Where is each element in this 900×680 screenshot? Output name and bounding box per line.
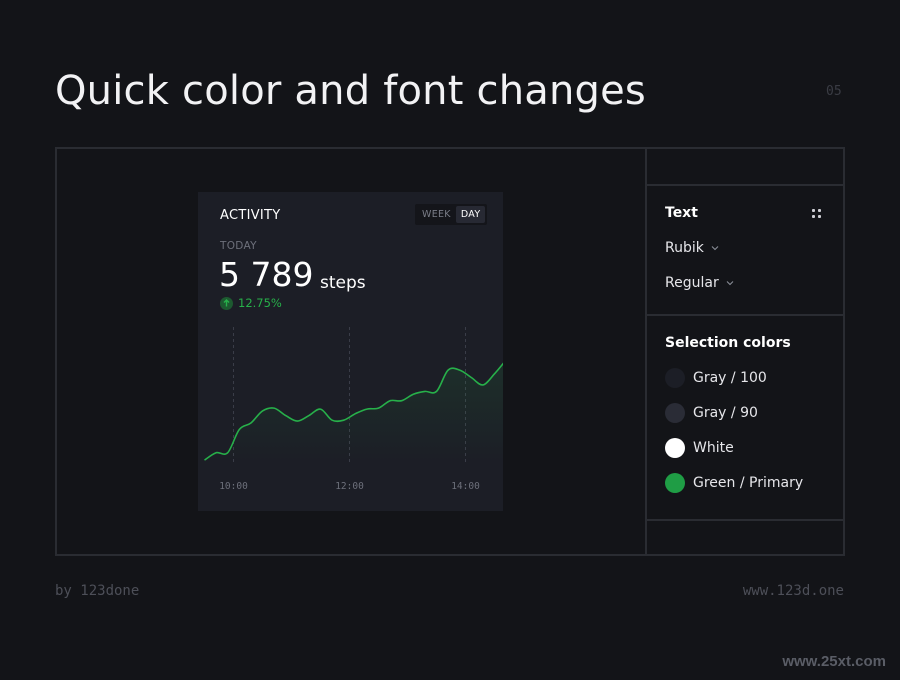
text-section-title: Text bbox=[665, 205, 698, 221]
activity-chart: 10:0012:0014:0016:0018:00 bbox=[204, 327, 503, 492]
color-swatch bbox=[665, 473, 685, 493]
drag-handle-icon[interactable] bbox=[812, 209, 821, 218]
panel-divider-middle bbox=[647, 314, 845, 316]
color-item-gray-100[interactable]: Gray / 100 bbox=[665, 368, 767, 388]
color-name: Gray / 100 bbox=[693, 370, 767, 386]
font-family-value: Rubik bbox=[665, 240, 704, 256]
panel-divider bbox=[645, 149, 647, 554]
color-swatch bbox=[665, 403, 685, 423]
color-name: White bbox=[693, 440, 734, 456]
panel-divider-bottom bbox=[647, 519, 845, 521]
watermark: www.25xt.com bbox=[782, 653, 886, 670]
page-number: 05 bbox=[826, 84, 842, 99]
footer-website[interactable]: www.123d.one bbox=[743, 583, 844, 599]
activity-card: ACTIVITY WEEK DAY TODAY 5 789 steps 12.7… bbox=[198, 192, 503, 511]
arrow-up-icon bbox=[220, 296, 233, 310]
toggle-day[interactable]: DAY bbox=[455, 206, 486, 223]
color-item-green-primary[interactable]: Green / Primary bbox=[665, 473, 803, 493]
chevron-down-icon bbox=[726, 281, 734, 286]
font-weight-dropdown[interactable]: Regular bbox=[665, 275, 734, 291]
steps-unit: steps bbox=[320, 273, 366, 293]
color-item-white[interactable]: White bbox=[665, 438, 734, 458]
x-tick-label: 14:00 bbox=[451, 481, 480, 492]
color-swatch bbox=[665, 438, 685, 458]
font-family-dropdown[interactable]: Rubik bbox=[665, 240, 719, 256]
color-name: Green / Primary bbox=[693, 475, 804, 491]
color-swatch bbox=[665, 368, 685, 388]
color-name: Gray / 90 bbox=[693, 405, 758, 421]
x-tick-label: 10:00 bbox=[219, 481, 248, 492]
colors-section-title: Selection colors bbox=[665, 335, 791, 351]
x-tick-label: 12:00 bbox=[335, 481, 364, 492]
change-percent: 12.75% bbox=[238, 296, 282, 310]
chart-area bbox=[204, 363, 503, 462]
page-title: Quick color and font changes bbox=[55, 68, 646, 114]
change-indicator: 12.75% bbox=[220, 296, 282, 310]
toggle-week[interactable]: WEEK bbox=[417, 206, 456, 223]
card-title: ACTIVITY bbox=[220, 208, 281, 223]
period-toggle[interactable]: WEEK DAY bbox=[415, 204, 488, 225]
color-item-gray-90[interactable]: Gray / 90 bbox=[665, 403, 758, 423]
steps-value: 5 789 bbox=[219, 255, 314, 294]
period-label: TODAY bbox=[220, 240, 257, 252]
font-weight-value: Regular bbox=[665, 275, 719, 291]
chevron-down-icon bbox=[711, 246, 719, 251]
footer-author: by 123done bbox=[55, 583, 140, 599]
panel-divider-top bbox=[647, 184, 845, 186]
